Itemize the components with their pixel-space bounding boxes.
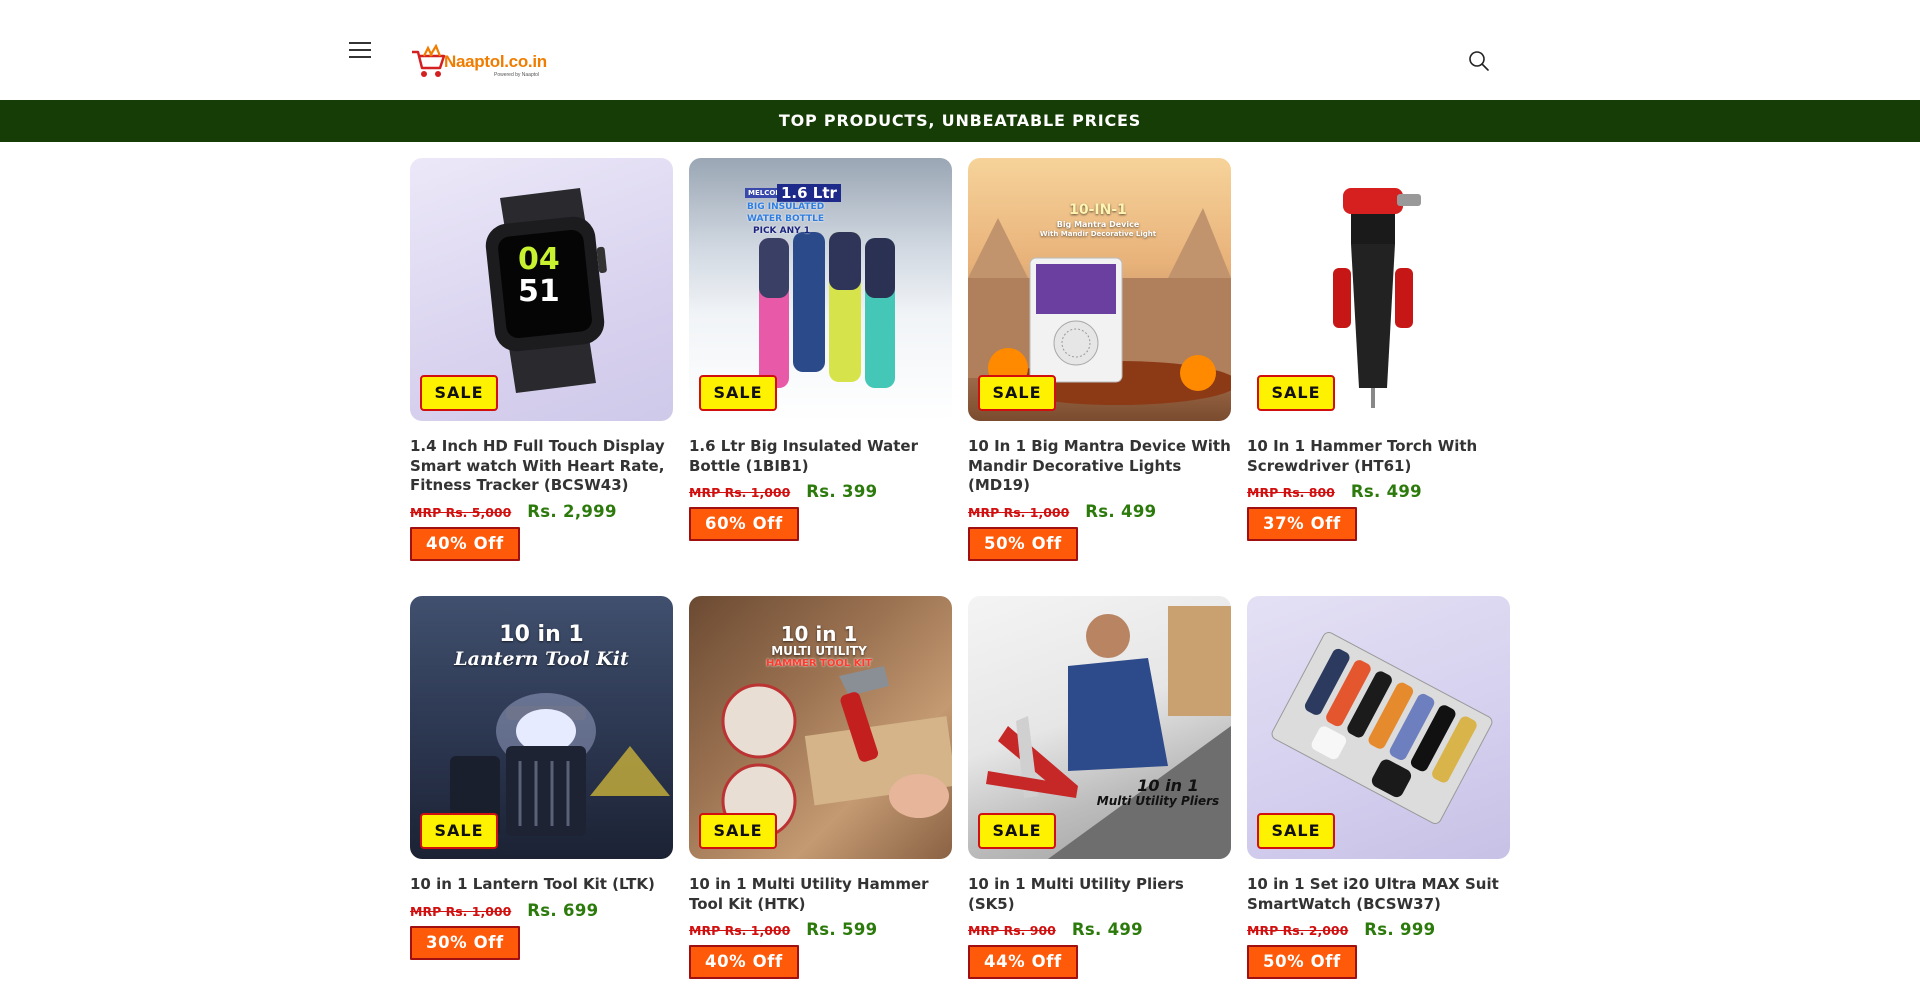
discount-badge: 60% Off (689, 507, 799, 541)
sale-price: Rs. 2,999 (527, 501, 617, 521)
sale-badge: SALE (699, 813, 777, 849)
discount-badge: 37% Off (1247, 507, 1357, 541)
sale-price: Rs. 499 (1350, 482, 1422, 501)
sale-price: Rs. 399 (806, 482, 878, 501)
image-subtitle-text: Big Mantra Device (1056, 220, 1140, 229)
site-header: Naaptol.co.in Powered by Naaptol (0, 0, 1920, 100)
image-subtitle-text: Lantern Tool Kit (454, 648, 629, 670)
sale-badge: SALE (978, 375, 1056, 411)
search-button[interactable] (1466, 48, 1492, 74)
product-image[interactable]: 10 in 1 Lantern Tool Kit SALE (410, 596, 673, 859)
product-image[interactable]: 10 in 1 Multi Utility Pliers SALE (968, 596, 1231, 859)
product-image[interactable]: 10-IN-1 Big Mantra Device With Mandir De… (968, 158, 1231, 421)
mrp-price: MRP Rs. 1,000 (968, 504, 1070, 520)
product-title[interactable]: 10 in 1 Multi Utility Pliers (SK5) (968, 875, 1231, 914)
search-icon (1469, 51, 1489, 71)
hamburger-icon-bar (349, 56, 371, 58)
product-image[interactable]: SALE (1247, 158, 1510, 421)
sale-price: Rs. 999 (1364, 920, 1436, 939)
discount-badge: 40% Off (410, 526, 520, 561)
product-title[interactable]: 10 in 1 Set i20 Ultra MAX Suit SmartWatc… (1247, 875, 1510, 914)
sale-badge: SALE (1257, 813, 1335, 849)
product-title[interactable]: 10 In 1 Big Mantra Device With Mandir De… (968, 437, 1231, 496)
price-row: MRP Rs. 2,000 Rs. 999 (1247, 920, 1510, 939)
hamburger-menu-button[interactable] (346, 38, 374, 62)
image-headline-text: 10-IN-1 (1069, 202, 1127, 218)
product-card[interactable]: 04 51 SALE 1.4 Inch HD Full Touch Displa… (410, 158, 673, 561)
image-headline-text: 10 in 1 (499, 622, 584, 647)
discount-badge: 44% Off (968, 945, 1078, 979)
product-image[interactable]: MELCOM 1.6 Ltr BIG INSULATED WATER BOTTL… (689, 158, 952, 421)
price-row: MRP Rs. 800 Rs. 499 (1247, 482, 1510, 501)
price-row: MRP Rs. 1,000 Rs. 399 (689, 482, 952, 501)
image-subtitle-text: WATER BOTTLE (747, 214, 825, 224)
sale-price: Rs. 499 (1085, 501, 1157, 521)
image-subtitle-text: Multi Utility Pliers (1096, 794, 1220, 808)
discount-badge: 50% Off (968, 526, 1078, 561)
product-card[interactable]: SALE 10 In 1 Hammer Torch With Screwdriv… (1247, 158, 1510, 541)
image-subtitle-text: BIG INSULATED (747, 202, 825, 212)
logo-tagline: Powered by Naaptol (494, 72, 540, 78)
sale-badge: SALE (978, 813, 1056, 849)
product-card[interactable]: MELCOM 1.6 Ltr BIG INSULATED WATER BOTTL… (689, 158, 952, 541)
product-title[interactable]: 1.4 Inch HD Full Touch Display Smart wat… (410, 437, 673, 496)
product-title[interactable]: 10 In 1 Hammer Torch With Screwdriver (H… (1247, 437, 1510, 476)
sale-badge: SALE (420, 375, 498, 411)
discount-badge: 30% Off (410, 925, 520, 960)
sale-price: Rs. 699 (527, 900, 599, 920)
sale-badge: SALE (420, 813, 498, 849)
image-headline-text: 1.6 Ltr (777, 184, 841, 202)
price-row: MRP Rs. 1,000 Rs. 599 (689, 920, 952, 939)
mrp-price: MRP Rs. 1,000 (689, 485, 791, 500)
sale-price: Rs. 499 (1071, 920, 1143, 939)
product-card[interactable]: 10 in 1 Multi Utility Pliers SALE 10 in … (968, 596, 1231, 979)
image-subtitle-text: HAMMER TOOL KIT (766, 658, 872, 669)
product-card[interactable]: 10 in 1 Lantern Tool Kit SALE 10 in 1 La… (410, 596, 673, 960)
product-image[interactable]: 10 in 1 MULTI UTILITY HAMMER TOOL KIT SA… (689, 596, 952, 859)
image-subtitle-text: With Mandir Decorative Light (1039, 230, 1157, 238)
mrp-price: MRP Rs. 1,000 (689, 923, 791, 938)
site-logo[interactable]: Naaptol.co.in Powered by Naaptol (410, 44, 547, 82)
mrp-price: MRP Rs. 1,000 (410, 903, 512, 919)
price-row: MRP Rs. 1,000 Rs. 499 (968, 502, 1231, 521)
sale-price: Rs. 599 (806, 920, 878, 939)
announcement-bar: TOP PRODUCTS, UNBEATABLE PRICES (0, 100, 1920, 142)
hamburger-icon-bar (349, 42, 371, 44)
sale-badge: SALE (699, 375, 777, 411)
product-card[interactable]: 10-IN-1 Big Mantra Device With Mandir De… (968, 158, 1231, 561)
product-image[interactable]: SALE (1247, 596, 1510, 859)
mrp-price: MRP Rs. 800 (1247, 485, 1335, 500)
mrp-price: MRP Rs. 5,000 (410, 504, 512, 520)
watch-minute-text: 51 (518, 274, 560, 309)
product-image[interactable]: 04 51 SALE (410, 158, 673, 421)
logo-wordmark: Naaptol.co.in (444, 52, 547, 71)
price-row: MRP Rs. 5,000 Rs. 2,999 (410, 502, 673, 521)
hamburger-icon-bar (349, 49, 371, 51)
image-subtitle-text: PICK ANY 1 (753, 226, 811, 236)
product-title[interactable]: 1.6 Ltr Big Insulated Water Bottle (1BIB… (689, 437, 952, 476)
mrp-price: MRP Rs. 2,000 (1247, 923, 1349, 938)
mrp-price: MRP Rs. 900 (968, 923, 1056, 938)
product-title[interactable]: 10 in 1 Lantern Tool Kit (LTK) (410, 875, 673, 895)
watch-hour-text: 04 (518, 242, 560, 277)
product-title[interactable]: 10 in 1 Multi Utility Hammer Tool Kit (H… (689, 875, 952, 914)
discount-badge: 40% Off (689, 945, 799, 979)
price-row: MRP Rs. 1,000 Rs. 699 (410, 901, 673, 920)
product-card[interactable]: 10 in 1 MULTI UTILITY HAMMER TOOL KIT SA… (689, 596, 952, 979)
price-row: MRP Rs. 900 Rs. 499 (968, 920, 1231, 939)
image-subtitle-text: MULTI UTILITY (771, 644, 867, 658)
product-card[interactable]: SALE 10 in 1 Set i20 Ultra MAX Suit Smar… (1247, 596, 1510, 979)
image-headline-text: 10 in 1 (1137, 776, 1199, 795)
sale-badge: SALE (1257, 375, 1335, 411)
image-headline-text: 10 in 1 (780, 622, 858, 646)
discount-badge: 50% Off (1247, 945, 1357, 979)
